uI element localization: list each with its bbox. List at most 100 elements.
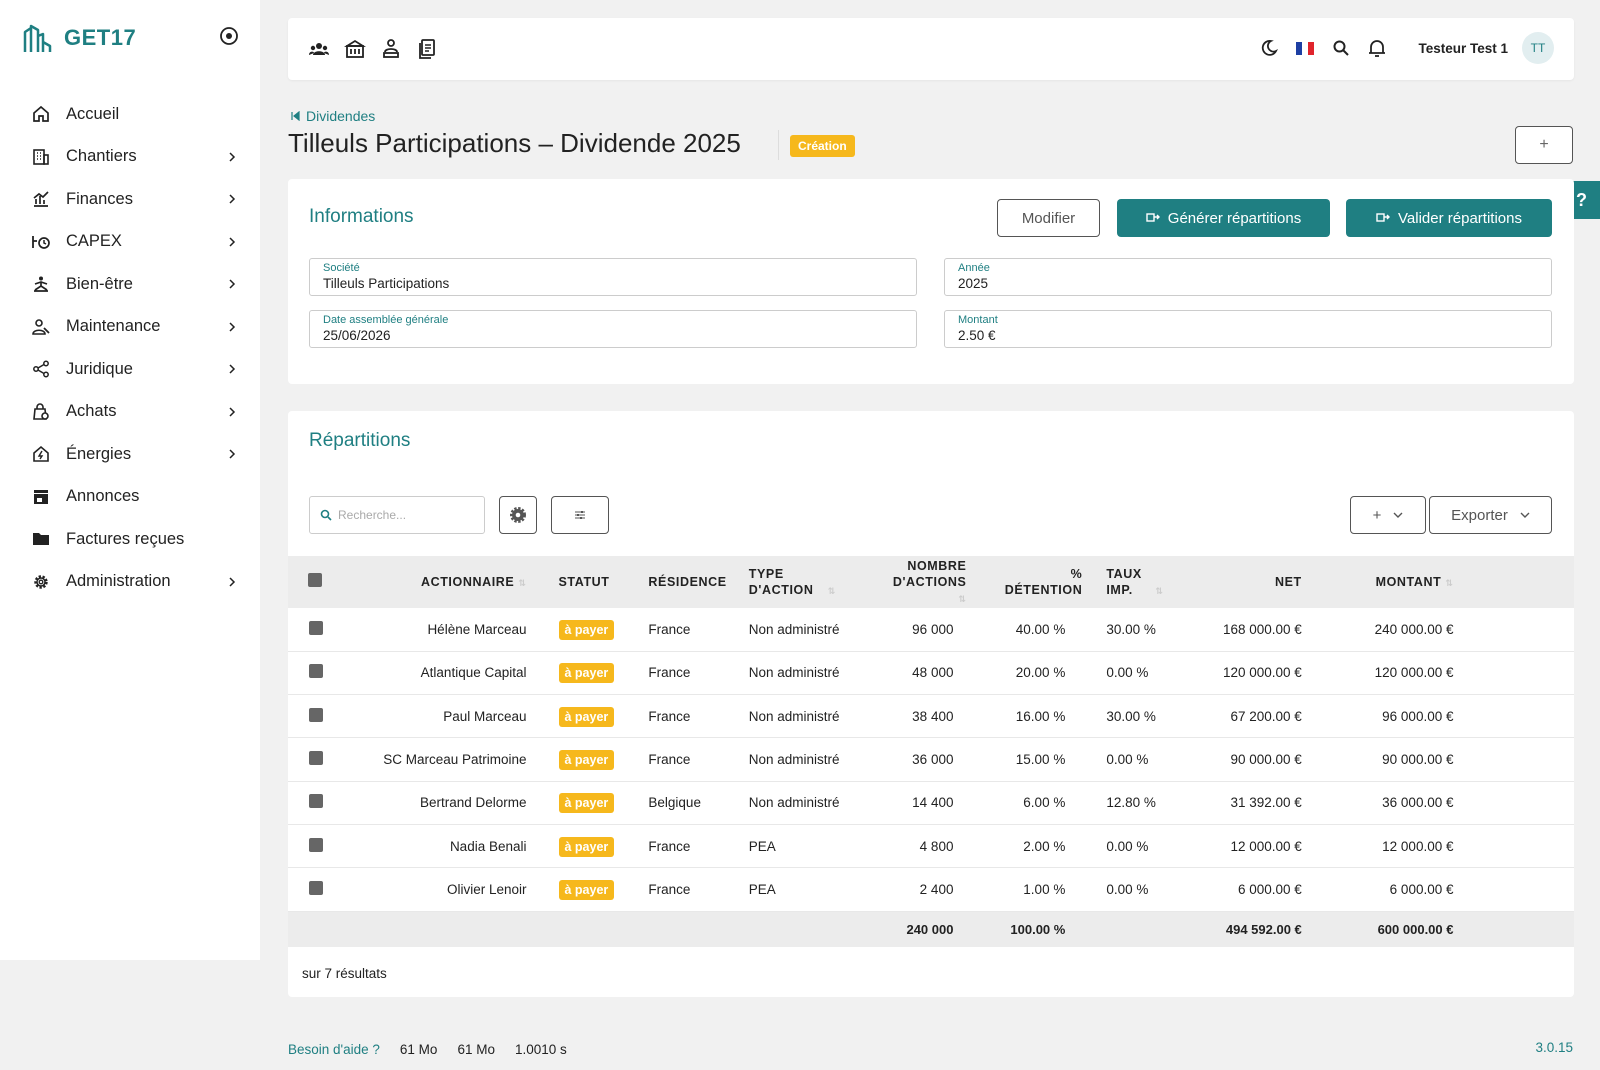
- sidebar-item-maintenance[interactable]: Maintenance: [0, 306, 260, 349]
- cell-taux: 0.00 %: [1106, 665, 1149, 681]
- sidebar-item-factures-recues[interactable]: Factures reçues: [0, 518, 260, 561]
- cell-type: Non administré: [748, 795, 840, 811]
- sidebar-item-chantiers[interactable]: Chantiers: [0, 136, 260, 179]
- sidebar-item-achats[interactable]: Achats: [0, 391, 260, 434]
- documents-icon[interactable]: [416, 38, 438, 60]
- cell-detention: 2.00 %: [1023, 838, 1066, 854]
- table-row[interactable]: Nadia Benali à payer France PEA 4 800 2.…: [288, 824, 1574, 868]
- export-dropdown[interactable]: Exporter: [1429, 496, 1552, 534]
- sidebar-item-annonces[interactable]: Annonces: [0, 476, 260, 519]
- logo-icon: [23, 24, 52, 52]
- validate-repartitions-button[interactable]: Valider répartitions: [1346, 199, 1552, 237]
- sidebar-item-administration[interactable]: Administration: [0, 561, 260, 604]
- avatar[interactable]: TT: [1522, 32, 1554, 64]
- sidebar-item-bien-etre[interactable]: Bien-être: [0, 263, 260, 306]
- sidebar: GET17 Accueil Chantiers Finances CAPEX B…: [0, 0, 260, 960]
- cell-type: Non administré: [748, 665, 840, 681]
- user-name[interactable]: Testeur Test 1: [1418, 41, 1508, 56]
- sidebar-item-label: Bien-être: [66, 274, 133, 293]
- filter-button[interactable]: [551, 496, 609, 534]
- cell-montant: 36 000.00 €: [1382, 795, 1454, 811]
- table-row[interactable]: Atlantique Capital à payer France Non ad…: [288, 651, 1574, 695]
- gear-icon: [30, 571, 52, 593]
- sidebar-item-capex[interactable]: CAPEX: [0, 221, 260, 264]
- sliders-icon: [575, 511, 585, 519]
- societe-label: Société: [323, 262, 360, 274]
- modify-button[interactable]: Modifier: [997, 199, 1100, 237]
- dark-mode-icon[interactable]: [1258, 37, 1280, 59]
- search-input[interactable]: [338, 508, 478, 522]
- row-checkbox[interactable]: [309, 880, 323, 895]
- row-checkbox[interactable]: [309, 751, 323, 766]
- row-checkbox[interactable]: [309, 620, 323, 635]
- cell-type: PEA: [748, 881, 776, 897]
- add-button[interactable]: +: [1515, 126, 1573, 164]
- annee-value: 2025: [958, 276, 989, 291]
- french-flag-icon[interactable]: [1294, 37, 1316, 59]
- bank-building-icon[interactable]: [344, 38, 366, 60]
- finance-chart-icon: [30, 188, 52, 210]
- sidebar-item-label: CAPEX: [66, 232, 122, 251]
- cell-taux: 0.00 %: [1106, 752, 1149, 768]
- row-checkbox[interactable]: [309, 794, 323, 809]
- col-montant[interactable]: Montant ⇅: [1320, 556, 1460, 608]
- col-net[interactable]: Net: [1187, 556, 1320, 608]
- row-checkbox[interactable]: [309, 707, 323, 722]
- help-link[interactable]: Besoin d'aide ?: [288, 1042, 380, 1057]
- person-desk-icon[interactable]: [380, 38, 402, 60]
- app-logo[interactable]: GET17: [22, 22, 136, 54]
- table-row[interactable]: SC Marceau Patrimoine à payer France Non…: [288, 738, 1574, 782]
- select-all-cell[interactable]: [288, 556, 343, 608]
- search-icon: [320, 509, 332, 521]
- col-nombre[interactable]: Nombre d'actions⇅: [867, 556, 967, 608]
- cell-nombre: 14 400: [912, 795, 954, 811]
- generate-repartitions-button[interactable]: Générer répartitions: [1117, 199, 1330, 237]
- societe-field[interactable]: Société Tilleuls Participations: [309, 258, 917, 296]
- col-statut[interactable]: Statut: [527, 556, 629, 608]
- col-detention[interactable]: % Détention: [966, 556, 1082, 608]
- cell-taux: 0.00 %: [1106, 838, 1149, 854]
- annee-field[interactable]: Année 2025: [944, 258, 1552, 296]
- sidebar-item-accueil[interactable]: Accueil: [0, 93, 260, 136]
- store-icon: [30, 486, 52, 508]
- date-ag-field[interactable]: Date assemblée générale 25/06/2026: [309, 310, 917, 348]
- add-row-dropdown[interactable]: +: [1350, 496, 1426, 534]
- sidebar-item-finances[interactable]: Finances: [0, 178, 260, 221]
- share-icon: [30, 358, 52, 380]
- target-settings-icon[interactable]: [219, 26, 239, 46]
- table-row[interactable]: Olivier Lenoir à payer France PEA 2 400 …: [288, 868, 1574, 912]
- app-name: GET17: [64, 25, 137, 50]
- search-box[interactable]: [309, 496, 485, 534]
- cell-nombre: 48 000: [912, 665, 954, 681]
- col-taux[interactable]: Taux imp. ⇅: [1082, 556, 1187, 608]
- select-all-checkbox[interactable]: [308, 573, 323, 587]
- generate-icon: [1146, 213, 1160, 222]
- table-row[interactable]: Hélène Marceau à payer France Non admini…: [288, 608, 1574, 652]
- cell-taux: 30.00 %: [1106, 621, 1156, 637]
- cell-montant: 96 000.00 €: [1382, 708, 1454, 724]
- cell-actionnaire: Olivier Lenoir: [446, 881, 527, 897]
- breadcrumb-link[interactable]: Dividendes: [306, 108, 375, 124]
- sidebar-item-energies[interactable]: Énergies: [0, 433, 260, 476]
- col-actionnaire[interactable]: Actionnaire ⇅: [343, 556, 527, 608]
- col-type[interactable]: Type d'action ⇅: [727, 556, 867, 608]
- col-residence[interactable]: Résidence: [628, 556, 726, 608]
- cell-net: 67 200.00 €: [1230, 708, 1302, 724]
- bell-icon[interactable]: [1366, 37, 1388, 59]
- sidebar-item-juridique[interactable]: Juridique: [0, 348, 260, 391]
- cell-residence: France: [648, 881, 691, 897]
- row-checkbox[interactable]: [309, 664, 323, 679]
- cell-actionnaire: Bertrand Delorme: [419, 795, 527, 811]
- repartitions-title: Répartitions: [309, 430, 411, 451]
- page-title: Tilleuls Participations – Dividende 2025: [288, 128, 741, 158]
- breadcrumb[interactable]: Dividendes: [290, 108, 375, 124]
- search-icon[interactable]: [1330, 37, 1352, 59]
- table-settings-button[interactable]: [499, 496, 537, 534]
- table-row[interactable]: Bertrand Delorme à payer Belgique Non ad…: [288, 781, 1574, 825]
- table-row[interactable]: Paul Marceau à payer France Non administ…: [288, 695, 1574, 738]
- status-badge: à payer: [558, 750, 615, 771]
- montant-field[interactable]: Montant 2.50 €: [944, 310, 1552, 348]
- row-checkbox[interactable]: [309, 837, 323, 852]
- export-label: Exporter: [1451, 506, 1508, 524]
- users-icon[interactable]: [308, 38, 330, 60]
